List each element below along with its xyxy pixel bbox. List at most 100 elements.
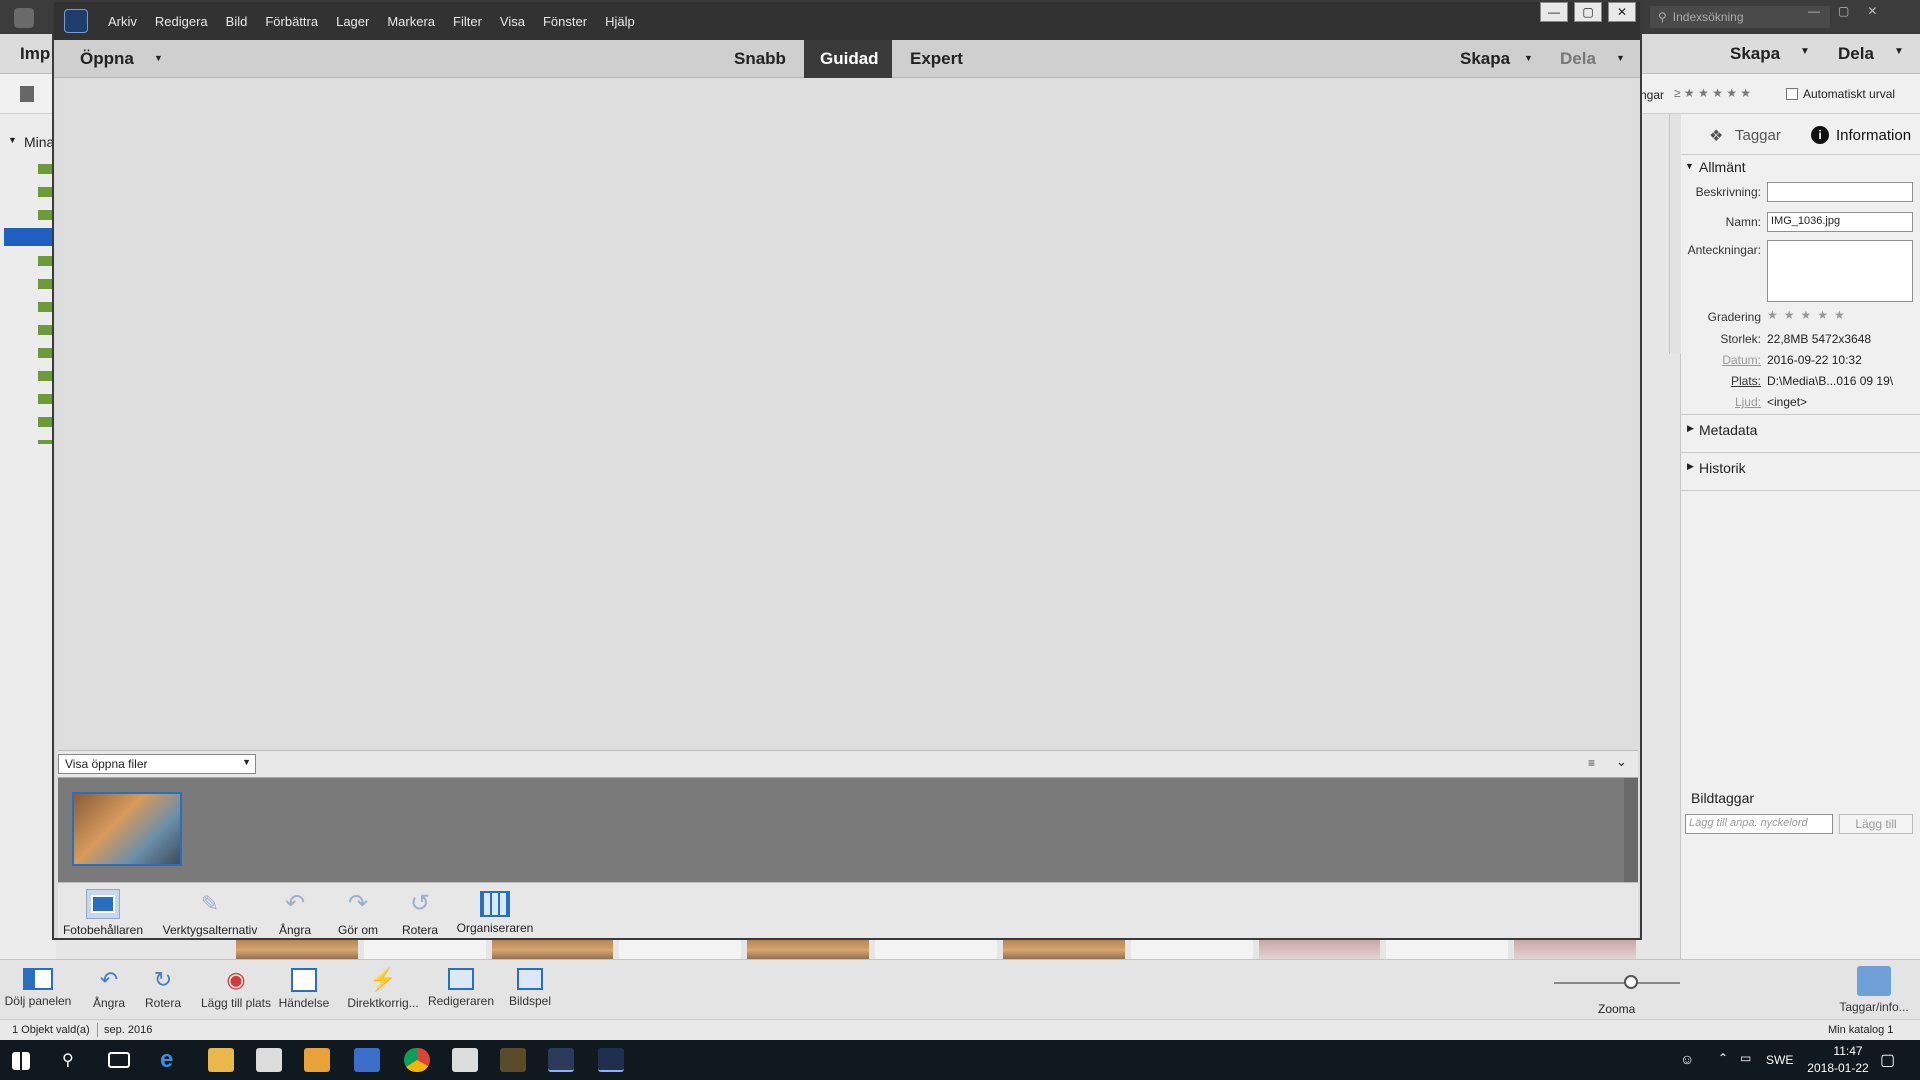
- section-history[interactable]: Historik: [1699, 460, 1746, 476]
- thumbnail[interactable]: [363, 940, 486, 960]
- date-label[interactable]: Datum:: [1665, 353, 1761, 367]
- organizer-share-menu[interactable]: Dela: [1838, 44, 1874, 64]
- menu-bild[interactable]: Bild: [226, 14, 248, 29]
- language-indicator[interactable]: SWE: [1766, 1053, 1793, 1067]
- editor-redo-button[interactable]: ↷ Gör om: [330, 889, 386, 937]
- menu-forbattra[interactable]: Förbättra: [265, 14, 318, 29]
- menu-markera[interactable]: Markera: [387, 14, 435, 29]
- menu-lager[interactable]: Lager: [336, 14, 369, 29]
- chevron-down-icon[interactable]: ▼: [154, 53, 163, 63]
- task-view-icon[interactable]: [108, 1052, 130, 1068]
- sound-label[interactable]: Ljud:: [1665, 395, 1761, 409]
- windows-start-icon[interactable]: [12, 1052, 30, 1070]
- clock-date[interactable]: 2018-01-22: [1802, 1061, 1874, 1075]
- elements-organizer-icon[interactable]: [598, 1048, 624, 1072]
- thumbnail[interactable]: [491, 940, 614, 960]
- organizer-close-button[interactable]: ✕: [1867, 4, 1877, 18]
- slideshow-button[interactable]: Bildspel: [504, 968, 556, 1008]
- editor-canvas[interactable]: [58, 78, 1638, 750]
- menu-hjalp[interactable]: Hjälp: [605, 14, 635, 29]
- zoom-slider[interactable]: [1554, 982, 1680, 984]
- tab-guided[interactable]: Guidad: [804, 40, 892, 78]
- organizer-create-menu[interactable]: Skapa: [1730, 44, 1780, 64]
- organizer-undo-button[interactable]: ↶ Ångra: [84, 968, 134, 1011]
- tab-quick[interactable]: Snabb: [718, 40, 802, 78]
- file-explorer-icon[interactable]: [208, 1048, 234, 1072]
- menu-filter[interactable]: Filter: [453, 14, 482, 29]
- elements-editor-icon[interactable]: [548, 1048, 574, 1072]
- tool-options-button[interactable]: ✎ Verktygsalternativ: [154, 889, 266, 937]
- menu-redigera[interactable]: Redigera: [155, 14, 208, 29]
- bin-options-icon[interactable]: ≡: [1588, 756, 1595, 770]
- name-field[interactable]: IMG_1036.jpg: [1767, 212, 1913, 232]
- hide-panel-button[interactable]: Dölj panelen: [2, 968, 74, 1008]
- organizer-maximize-button[interactable]: ▢: [1838, 4, 1849, 18]
- thumbnail[interactable]: [1514, 940, 1636, 960]
- chrome-icon[interactable]: [404, 1048, 430, 1072]
- editor-rotate-button[interactable]: ↺ Rotera: [392, 889, 448, 937]
- editor-button[interactable]: Redigeraren: [426, 968, 496, 1008]
- section-metadata[interactable]: Metadata: [1699, 422, 1757, 438]
- thumbnail[interactable]: [1130, 940, 1253, 960]
- editor-minimize-button[interactable]: —: [1540, 2, 1568, 22]
- import-button[interactable]: Imp: [20, 44, 50, 64]
- thumbnail[interactable]: [236, 940, 358, 960]
- section-general[interactable]: Allmänt: [1699, 159, 1746, 175]
- thumbnail[interactable]: [1258, 940, 1381, 960]
- description-field[interactable]: [1767, 182, 1913, 202]
- edge-browser-icon[interactable]: e: [160, 1046, 173, 1074]
- editor-undo-button[interactable]: ↶ Ångra: [270, 889, 320, 937]
- thumbnail[interactable]: [875, 940, 997, 960]
- tab-tags[interactable]: Taggar: [1735, 127, 1781, 144]
- tab-expert[interactable]: Expert: [894, 40, 979, 78]
- auto-select-checkbox[interactable]: [1786, 88, 1798, 100]
- quick-fix-button[interactable]: ⚡ Direktkorrig...: [344, 968, 422, 1011]
- notes-field[interactable]: [1767, 240, 1913, 302]
- editor-close-button[interactable]: ✕: [1608, 2, 1636, 22]
- thumbnail[interactable]: [747, 940, 870, 960]
- editor-maximize-button[interactable]: ▢: [1574, 2, 1602, 22]
- add-tag-button[interactable]: Lägg till: [1839, 814, 1913, 834]
- tags-info-button[interactable]: Taggar/info...: [1834, 966, 1914, 1014]
- store-icon[interactable]: [256, 1048, 282, 1072]
- event-button[interactable]: Händelse: [276, 968, 332, 1010]
- add-place-button[interactable]: ◉ Lägg till plats: [198, 968, 274, 1011]
- clock-time[interactable]: 11:47: [1818, 1044, 1878, 1058]
- thumbnail[interactable]: [1002, 940, 1125, 960]
- collapse-chevron-icon[interactable]: ⌄: [1616, 754, 1627, 770]
- create-menu[interactable]: Skapa: [1460, 49, 1510, 69]
- photoshop-elements-icon[interactable]: [500, 1048, 526, 1072]
- photo-thumbnail[interactable]: [72, 792, 182, 866]
- search-input[interactable]: ⚲ Indexsökning: [1650, 6, 1830, 28]
- battery-icon[interactable]: ▭: [1740, 1051, 1751, 1065]
- app-icon[interactable]: [354, 1048, 380, 1072]
- bin-source-select[interactable]: Visa öppna filer ▼: [58, 754, 256, 774]
- organizer-minimize-button[interactable]: —: [1808, 4, 1820, 18]
- notification-icon[interactable]: ▢: [1880, 1050, 1895, 1070]
- menu-arkiv[interactable]: Arkiv: [108, 14, 137, 29]
- organizer-button[interactable]: Organiseraren: [450, 889, 540, 935]
- tab-information[interactable]: Information: [1836, 127, 1911, 144]
- thumbnail[interactable]: [619, 940, 742, 960]
- search-icon[interactable]: ⚲: [62, 1050, 74, 1070]
- open-button[interactable]: Öppna: [80, 49, 134, 69]
- place-label[interactable]: Plats:: [1665, 374, 1761, 388]
- tag-input[interactable]: Lägg till anpa. nyckelord: [1685, 814, 1833, 834]
- menu-fonster[interactable]: Fönster: [543, 14, 587, 29]
- selected-tree-item[interactable]: [4, 228, 56, 246]
- rating-stars[interactable]: ★★★★★: [1767, 308, 1851, 322]
- bin-scrollbar[interactable]: [1624, 778, 1638, 882]
- menu-visa[interactable]: Visa: [500, 14, 525, 29]
- photo-bin-button[interactable]: Fotobehållaren: [58, 889, 148, 937]
- mail-icon[interactable]: [452, 1048, 478, 1072]
- organizer-rotate-button[interactable]: ↻ Rotera: [138, 968, 188, 1011]
- thumbnail[interactable]: [1386, 940, 1509, 960]
- size-value: 22,8MB 5472x3648: [1767, 332, 1872, 346]
- people-icon[interactable]: ☺: [1680, 1051, 1694, 1067]
- zoom-slider-handle[interactable]: [1624, 975, 1638, 989]
- rating-filter-stars[interactable]: ≥ ★ ★ ★ ★ ★: [1674, 86, 1751, 100]
- tree-root-label[interactable]: Mina: [24, 134, 54, 150]
- chevron-up-icon[interactable]: ⌃: [1718, 1051, 1728, 1065]
- share-menu[interactable]: Dela: [1560, 49, 1596, 69]
- media-player-icon[interactable]: [304, 1048, 330, 1072]
